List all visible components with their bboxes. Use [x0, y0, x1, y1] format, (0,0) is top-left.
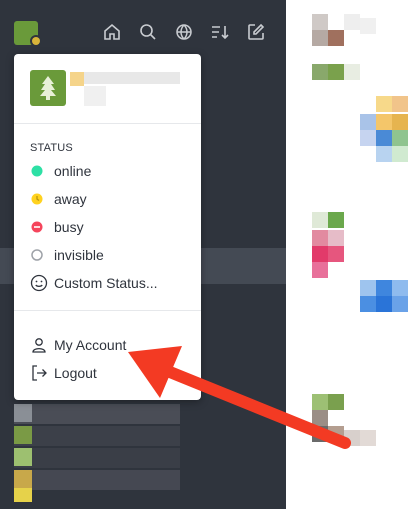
menu-user-header [14, 54, 201, 124]
sort-icon[interactable] [210, 22, 230, 42]
list-item[interactable] [14, 426, 180, 446]
logout-icon [32, 365, 47, 381]
user-handle [84, 86, 106, 106]
list-item[interactable] [14, 448, 180, 468]
invisible-ring-icon [30, 248, 44, 262]
custom-status-label: Custom Status... [54, 275, 158, 291]
my-account-label: My Account [54, 337, 127, 353]
away-status-indicator [30, 35, 42, 47]
status-busy[interactable]: busy [30, 216, 190, 238]
message-area [286, 0, 409, 509]
status-label: invisible [54, 247, 104, 263]
username [84, 72, 180, 84]
status-label: online [54, 163, 92, 179]
status-section-title: STATUS [30, 142, 73, 154]
custom-status-button[interactable]: Custom Status... [30, 272, 190, 294]
user-status-menu: STATUS online away busy invisible Custom… [14, 54, 201, 400]
away-clock-icon [30, 192, 44, 206]
compose-icon[interactable] [246, 22, 266, 42]
status-online[interactable]: online [30, 160, 190, 182]
avatar [14, 448, 32, 466]
avatar [14, 488, 32, 502]
home-icon[interactable] [102, 22, 122, 42]
online-dot-icon [30, 164, 44, 178]
logout-label: Logout [54, 365, 97, 381]
avatar [14, 404, 32, 422]
list-item[interactable] [14, 404, 180, 424]
status-away[interactable]: away [30, 188, 190, 210]
my-account-button[interactable]: My Account [30, 334, 190, 356]
avatar [14, 470, 32, 488]
status-invisible[interactable]: invisible [30, 244, 190, 266]
sidebar-header [0, 0, 286, 62]
status-label: away [54, 191, 87, 207]
list-item[interactable] [14, 470, 180, 490]
busy-minus-icon [30, 220, 44, 234]
smiley-icon [30, 274, 48, 292]
directory-icon[interactable] [174, 22, 194, 42]
user-icon [32, 338, 46, 353]
search-icon[interactable] [138, 22, 158, 42]
menu-divider [14, 310, 201, 311]
user-avatar-large [30, 70, 66, 106]
status-label: busy [54, 219, 84, 235]
username [70, 72, 84, 86]
logout-button[interactable]: Logout [30, 362, 190, 384]
avatar [14, 426, 32, 444]
pine-avatar-icon [40, 76, 56, 100]
